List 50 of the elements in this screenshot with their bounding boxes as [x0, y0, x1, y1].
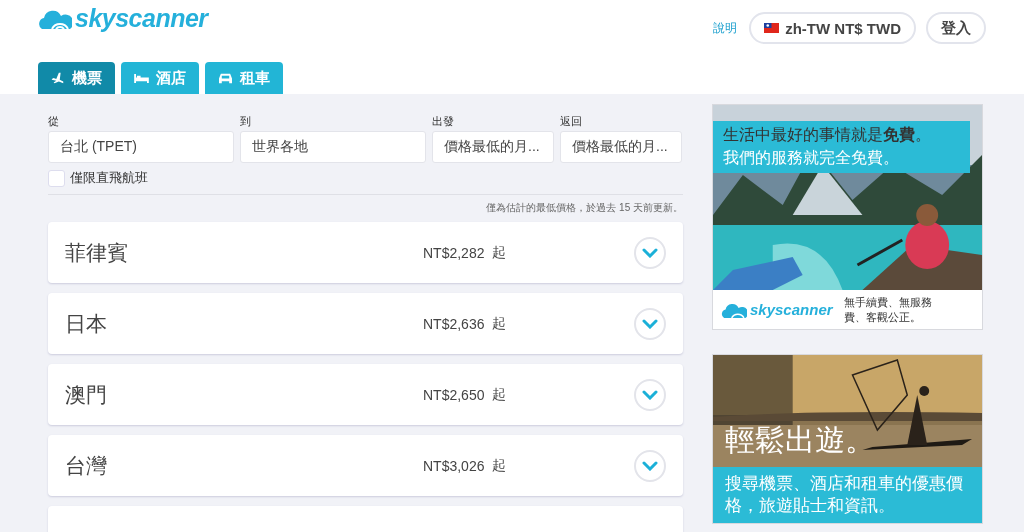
ad-body-text: 搜尋機票、酒店和租車的優惠價格，旅遊貼士和資訊。	[713, 467, 982, 524]
chevron-down-icon	[642, 460, 658, 471]
expand-button[interactable]	[634, 307, 666, 340]
checkbox[interactable]	[48, 169, 65, 187]
ad-brand-text: skyscanner	[750, 301, 833, 318]
input-field[interactable]: 價格最低的月...	[560, 131, 682, 163]
ad-headline: 輕鬆出遊。	[725, 422, 875, 458]
cloud-logo-icon	[721, 301, 747, 318]
ad-headline: 生活中最好的事情就是免費。	[723, 125, 932, 145]
destination-name: 台灣	[65, 452, 108, 479]
price-text: NT$3,026	[423, 457, 485, 474]
price-suffix: 起	[492, 243, 507, 262]
destination-name: 澳門	[65, 381, 108, 408]
checkbox-label: 僅限直飛航班	[70, 169, 148, 187]
ad-subline: 我們的服務就完全免費。	[723, 148, 900, 168]
field-label: 到	[240, 114, 252, 129]
login-button[interactable]: 登入	[926, 12, 986, 44]
input-field[interactable]: 價格最低的月...	[432, 131, 554, 163]
destination-name: 菲律賓	[65, 239, 129, 266]
expand-button[interactable]	[634, 449, 666, 482]
price-note: 僅為估計的最低價格，於過去 15 天前更新。	[485, 201, 683, 215]
ad-tagline: 無手續費、無服務費、客觀公正。	[843, 295, 933, 324]
expand-button[interactable]	[634, 378, 666, 411]
result-card[interactable]: 澳門 NT$2,650 起	[48, 364, 683, 425]
tab[interactable]: 機票	[38, 62, 115, 94]
car-icon	[218, 71, 233, 85]
field-label: 返回	[560, 114, 583, 129]
ad-banner[interactable]: 輕鬆出遊。 搜尋機票、酒店和租車的優惠價格，旅遊貼士和資訊。	[712, 354, 983, 525]
price-suffix: 起	[492, 385, 507, 404]
result-card[interactable]: 台灣 NT$3,026 起	[48, 435, 683, 496]
chevron-down-icon	[642, 318, 658, 329]
field-label: 從	[48, 114, 60, 129]
flag-icon	[764, 23, 780, 33]
destination-name: 日本	[65, 310, 108, 337]
price-text: NT$2,636	[423, 315, 485, 332]
input-field[interactable]: 台北 (TPET)	[48, 131, 234, 163]
input-field[interactable]: 世界各地	[240, 131, 426, 163]
price-text: NT$2,650	[423, 386, 485, 403]
chevron-down-icon	[642, 389, 658, 400]
price-text: NT$2,282	[423, 244, 485, 261]
field-label: 出發	[432, 114, 455, 129]
result-card[interactable]: 日本 NT$2,636 起	[48, 293, 683, 354]
price-suffix: 起	[492, 314, 507, 333]
plane-icon	[51, 71, 65, 85]
bed-icon	[134, 72, 149, 84]
price-suffix: 起	[492, 456, 507, 475]
locale-button[interactable]: zh-TW NT$ TWD	[749, 12, 916, 44]
expand-button[interactable]	[634, 236, 666, 269]
result-card[interactable]: 菲律賓 NT$2,282 起	[48, 222, 683, 283]
chevron-down-icon	[642, 247, 658, 258]
